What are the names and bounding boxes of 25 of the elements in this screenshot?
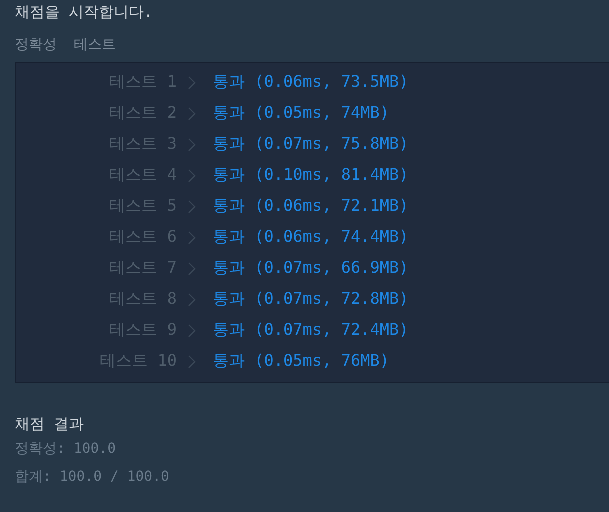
chevron-icon bbox=[188, 138, 196, 152]
test-result: 통과 (0.10ms, 81.4MB) bbox=[213, 165, 409, 186]
chevron-icon bbox=[188, 354, 196, 368]
test-result: 통과 (0.05ms, 76MB) bbox=[213, 351, 390, 372]
chevron-icon bbox=[188, 200, 196, 214]
grading-start-message: 채점을 시작합니다. bbox=[15, 2, 154, 23]
chevron-icon bbox=[188, 262, 196, 276]
test-result: 통과 (0.06ms, 74.4MB) bbox=[213, 227, 409, 248]
chevron-icon bbox=[188, 292, 196, 306]
chevron-icon bbox=[188, 106, 196, 120]
summary-title: 채점 결과 bbox=[15, 414, 86, 435]
chevron-icon bbox=[188, 324, 196, 338]
test-result: 통과 (0.07ms, 72.4MB) bbox=[213, 320, 409, 341]
test-result: 통과 (0.07ms, 72.8MB) bbox=[213, 289, 409, 310]
summary-line: 정확성: 100.0 bbox=[15, 440, 118, 459]
section-title: 정확성 테스트 bbox=[15, 36, 117, 55]
summary-line: 합계: 100.0 / 100.0 bbox=[15, 468, 170, 487]
test-result: 통과 (0.07ms, 75.8MB) bbox=[213, 134, 409, 155]
test-result: 통과 (0.06ms, 73.5MB) bbox=[213, 72, 409, 93]
test-result: 통과 (0.05ms, 74MB) bbox=[213, 103, 390, 124]
chevron-icon bbox=[188, 168, 196, 182]
test-result: 통과 (0.06ms, 72.1MB) bbox=[213, 196, 409, 217]
chevron-icon bbox=[188, 230, 196, 244]
chevron-icon bbox=[188, 76, 196, 90]
test-result: 통과 (0.07ms, 66.9MB) bbox=[213, 258, 409, 279]
